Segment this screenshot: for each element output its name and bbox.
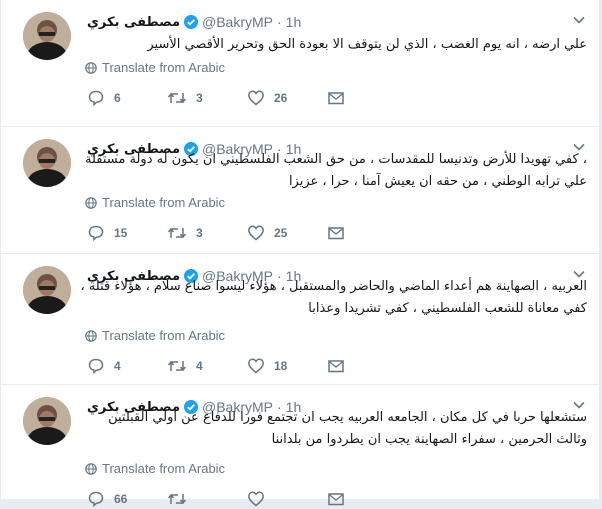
heart-icon [248,90,264,106]
retweet-count: 3 [196,226,203,240]
avatar[interactable] [23,397,71,445]
handle[interactable]: @BakryMP [202,14,273,30]
retweet-icon [167,227,187,239]
tweet[interactable]: مصطفى بكري @BakryMP · 1h ، كفي تهويدا لل… [0,127,600,253]
tweet-header: مصطفى بكري @BakryMP · 1h [87,12,301,32]
verified-icon [184,15,198,29]
reply-button[interactable]: 15 [87,223,167,243]
envelope-icon [328,360,344,373]
heart-icon [248,225,264,241]
direct-message-button[interactable] [327,88,357,108]
tweet-actions: 15 3 25 [87,223,357,243]
retweet-button[interactable] [167,489,247,509]
direct-message-button[interactable] [327,489,357,509]
avatar[interactable] [23,266,71,314]
tweet-actions: 66 [87,489,357,509]
translate-link[interactable]: Translate from Arabic [85,461,225,476]
retweet-icon [167,360,187,372]
chevron-down-icon[interactable] [571,12,587,28]
reply-icon [88,225,104,242]
separator: · [277,14,282,30]
translate-link[interactable]: Translate from Arabic [85,60,225,75]
like-button[interactable] [247,489,327,509]
globe-icon [85,196,97,209]
globe-icon [85,61,97,74]
tweet-actions: 6 3 26 [87,88,357,108]
like-count: 25 [274,226,288,240]
like-button[interactable]: 18 [247,356,327,376]
translate-label: Translate from Arabic [102,195,226,210]
like-count: 18 [274,359,288,373]
reply-button[interactable]: 4 [87,356,167,376]
globe-icon [85,462,97,475]
avatar[interactable] [23,139,71,187]
reply-count: 4 [114,359,121,373]
reply-icon [88,491,104,508]
globe-icon [85,329,97,342]
reply-button[interactable]: 66 [87,489,167,509]
like-count: 26 [274,91,288,105]
tweet[interactable]: مصطفى بكري @BakryMP · 1h العربيه ، الصها… [0,254,600,384]
tweet[interactable]: مصطفى بكري @BakryMP · 1h علي ارضه ، انه … [0,0,600,126]
direct-message-button[interactable] [327,223,357,243]
retweet-count: 3 [196,91,203,105]
reply-icon [88,90,104,107]
like-button[interactable]: 25 [247,223,327,243]
tweet-text: ستشعلها حربا في كل مكان ، الجامعه العربي… [108,410,587,447]
reply-button[interactable]: 6 [87,88,167,108]
tweet[interactable]: مصطفى بكري @BakryMP · 1h ستشعلها حربا في… [0,385,600,508]
retweet-count: 4 [196,359,203,373]
envelope-icon [328,493,344,506]
tweet-text: العربيه ، الصهاينة هم أعداء الماضي والحا… [80,279,587,316]
reply-count: 66 [114,492,128,506]
tweet-text: ، كفي تهويدا للأرض وتدنيسا للمقدسات ، من… [85,152,587,189]
reply-count: 6 [114,91,121,105]
tweet-feed: مصطفى بكري @BakryMP · 1h علي ارضه ، انه … [0,0,602,508]
translate-link[interactable]: Translate from Arabic [85,195,225,210]
like-button[interactable]: 26 [247,88,327,108]
envelope-icon [328,227,344,240]
translate-label: Translate from Arabic [102,60,226,75]
envelope-icon [328,92,344,105]
reply-icon [88,358,104,375]
heart-icon [248,491,264,507]
retweet-button[interactable]: 4 [167,356,247,376]
reply-count: 15 [114,226,128,240]
translate-label: Translate from Arabic [102,461,226,476]
tweet-text: علي ارضه ، انه يوم الغضب ، الذي لن يتوقف… [147,37,587,52]
direct-message-button[interactable] [327,356,357,376]
retweet-icon [167,493,187,505]
heart-icon [248,358,264,374]
avatar[interactable] [23,12,71,60]
retweet-icon [167,92,187,104]
display-name[interactable]: مصطفى بكري [87,15,180,30]
translate-label: Translate from Arabic [102,328,226,343]
tweet-actions: 4 4 18 [87,356,357,376]
retweet-button[interactable]: 3 [167,223,247,243]
timestamp[interactable]: 1h [286,14,302,30]
retweet-button[interactable]: 3 [167,88,247,108]
translate-link[interactable]: Translate from Arabic [85,328,225,343]
